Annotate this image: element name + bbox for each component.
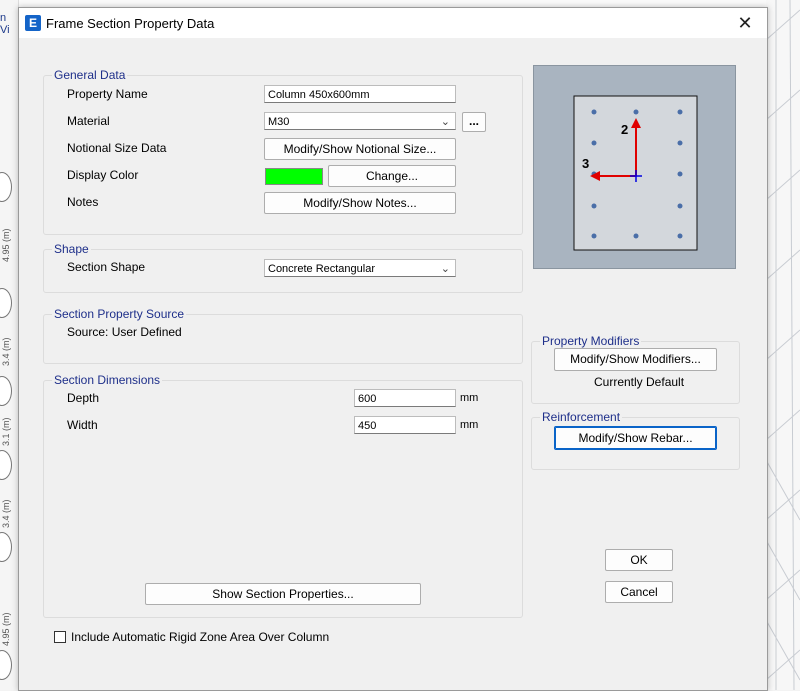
property-name-input[interactable]: Column 450x600mm bbox=[264, 85, 456, 103]
rigid-zone-checkbox-label[interactable]: Include Automatic Rigid Zone Area Over C… bbox=[71, 630, 329, 644]
rebar-dot bbox=[591, 109, 597, 115]
rebar-dot bbox=[591, 140, 597, 146]
source-text: Source: User Defined bbox=[67, 325, 182, 339]
rebar-dot bbox=[677, 171, 683, 177]
shape-title: Shape bbox=[52, 242, 91, 256]
property-name-label: Property Name bbox=[67, 87, 148, 101]
modify-modifiers-button[interactable]: Modify/Show Modifiers... bbox=[554, 348, 717, 371]
axis-2-label: 2 bbox=[621, 122, 628, 137]
rigid-zone-checkbox[interactable] bbox=[54, 631, 66, 643]
material-label: Material bbox=[67, 114, 110, 128]
notes-label: Notes bbox=[67, 195, 99, 209]
section-property-source-group: Section Property Source bbox=[43, 307, 523, 364]
notional-size-label: Notional Size Data bbox=[67, 141, 167, 155]
rebar-dot bbox=[677, 203, 683, 209]
rebar-dot bbox=[677, 233, 683, 239]
rebar-section-diagram: 2 3 bbox=[573, 95, 698, 251]
frame-section-property-dialog: E Frame Section Property Data ✕ General … bbox=[18, 7, 768, 691]
material-select[interactable]: M30 ⌄ bbox=[264, 112, 456, 130]
section-shape-label: Section Shape bbox=[67, 260, 146, 274]
modify-rebar-button[interactable]: Modify/Show Rebar... bbox=[554, 426, 717, 450]
rebar-dot bbox=[633, 109, 639, 115]
display-color-swatch[interactable] bbox=[265, 168, 323, 185]
display-color-label: Display Color bbox=[67, 168, 139, 182]
rebar-dot bbox=[633, 233, 639, 239]
depth-label: Depth bbox=[67, 391, 100, 405]
depth-unit: mm bbox=[460, 392, 479, 404]
axis-dimension-label: 3.4 (m) bbox=[1, 337, 11, 366]
section-preview: 2 3 bbox=[533, 65, 736, 269]
section-shape-select[interactable]: Concrete Rectangular ⌄ bbox=[264, 259, 456, 277]
section-property-source-title: Section Property Source bbox=[52, 307, 187, 321]
rebar-dot bbox=[677, 109, 683, 115]
axis-dimension-label: 3.4 (m) bbox=[1, 499, 11, 528]
reinforcement-title: Reinforcement bbox=[540, 410, 623, 424]
axis-dimension-label: 4.95 (m) bbox=[1, 612, 11, 646]
axis-dimension-label: 4.95 (m) bbox=[1, 228, 11, 262]
etabs-app-icon: E bbox=[25, 15, 41, 31]
grid-bubble bbox=[0, 172, 12, 202]
grid-bubble bbox=[0, 376, 12, 406]
grid-bubble bbox=[0, 532, 12, 562]
axis-dimension-label: 3.1 (m) bbox=[1, 417, 11, 446]
section-dimensions-title: Section Dimensions bbox=[52, 373, 163, 387]
section-shape-value: Concrete Rectangular bbox=[268, 263, 376, 275]
grid-bubble bbox=[0, 650, 12, 680]
ok-button[interactable]: OK bbox=[605, 549, 673, 571]
chevron-down-icon: ⌄ bbox=[440, 263, 450, 275]
dialog-title: Frame Section Property Data bbox=[46, 16, 215, 31]
rebar-dot bbox=[591, 203, 597, 209]
background-3d-model-view bbox=[766, 0, 800, 690]
width-unit: mm bbox=[460, 419, 479, 431]
general-data-title: General Data bbox=[52, 68, 128, 82]
grid-bubble bbox=[0, 288, 12, 318]
background-view-left: n Vi 4.95 (m) 3.4 (m) 3.1 (m) 3.4 (m) 4.… bbox=[0, 0, 19, 690]
background-view-title: n Vi bbox=[0, 12, 10, 36]
axis-3-label: 3 bbox=[582, 156, 589, 171]
modify-notes-button[interactable]: Modify/Show Notes... bbox=[264, 192, 456, 214]
cancel-button[interactable]: Cancel bbox=[605, 581, 673, 603]
rebar-dot bbox=[677, 140, 683, 146]
structure-wireframe bbox=[766, 0, 800, 690]
modifiers-status: Currently Default bbox=[594, 375, 685, 389]
material-browse-button[interactable]: ... bbox=[462, 112, 486, 132]
width-input[interactable]: 450 bbox=[354, 416, 456, 434]
title-bar: E Frame Section Property Data ✕ bbox=[19, 8, 767, 38]
rebar-dot bbox=[591, 233, 597, 239]
depth-input[interactable]: 600 bbox=[354, 389, 456, 407]
close-icon[interactable]: ✕ bbox=[723, 8, 767, 38]
grid-bubble bbox=[0, 450, 12, 480]
width-label: Width bbox=[67, 418, 98, 432]
chevron-down-icon: ⌄ bbox=[440, 116, 450, 128]
material-value: M30 bbox=[268, 116, 290, 128]
show-section-properties-button[interactable]: Show Section Properties... bbox=[145, 583, 421, 605]
property-modifiers-title: Property Modifiers bbox=[540, 334, 642, 348]
modify-notional-size-button[interactable]: Modify/Show Notional Size... bbox=[264, 138, 456, 160]
change-color-button[interactable]: Change... bbox=[328, 165, 456, 187]
